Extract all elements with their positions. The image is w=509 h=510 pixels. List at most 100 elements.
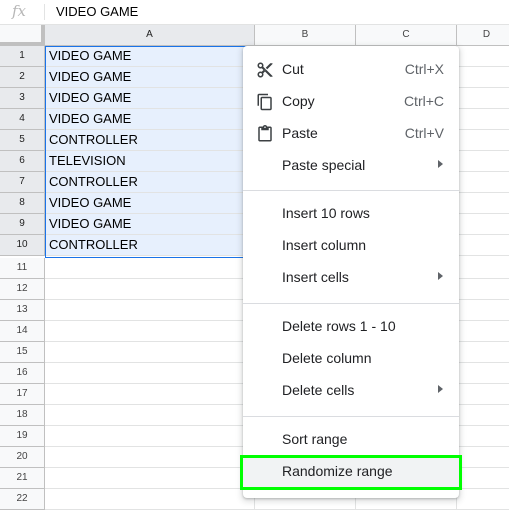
shortcut-label: Ctrl+X <box>404 61 444 77</box>
cell-a6[interactable]: TELEVISION <box>45 151 255 172</box>
empty-cell[interactable] <box>45 468 255 489</box>
row-header[interactable]: 3 <box>0 88 45 109</box>
empty-cell[interactable] <box>457 363 509 384</box>
menu-divider <box>243 416 459 417</box>
row-header[interactable]: 18 <box>0 405 45 426</box>
context-menu: Cut Ctrl+X Copy Ctrl+C Paste Ctrl+V Past… <box>243 46 459 498</box>
empty-cell[interactable] <box>45 258 255 279</box>
copy-icon <box>256 93 274 111</box>
empty-cell[interactable] <box>457 258 509 279</box>
menu-item-paste[interactable]: Paste Ctrl+V <box>243 118 459 150</box>
row-header[interactable]: 15 <box>0 342 45 363</box>
row-header[interactable]: 1 <box>0 46 45 67</box>
cell-a2[interactable]: VIDEO GAME <box>45 67 255 88</box>
row-header[interactable]: 13 <box>0 300 45 321</box>
empty-cell[interactable] <box>45 489 255 510</box>
menu-item-delete-column[interactable]: Delete column <box>243 343 459 375</box>
empty-cell[interactable] <box>457 172 509 193</box>
menu-item-label: Randomize range <box>282 463 393 479</box>
menu-divider <box>243 303 459 304</box>
row-header[interactable]: 10 <box>0 235 45 256</box>
empty-cell[interactable] <box>457 300 509 321</box>
row-header[interactable]: 14 <box>0 321 45 342</box>
row-header[interactable]: 8 <box>0 193 45 214</box>
empty-cell[interactable] <box>457 279 509 300</box>
empty-cell[interactable] <box>457 468 509 489</box>
select-all-corner[interactable] <box>0 25 45 46</box>
row-header[interactable]: 19 <box>0 426 45 447</box>
empty-cell[interactable] <box>457 67 509 88</box>
cell-a1[interactable]: VIDEO GAME <box>45 46 255 67</box>
menu-item-label: Copy <box>282 93 315 109</box>
row-header[interactable]: 7 <box>0 172 45 193</box>
empty-cell[interactable] <box>457 321 509 342</box>
empty-cell[interactable] <box>457 88 509 109</box>
row-header[interactable]: 11 <box>0 258 45 279</box>
empty-cell[interactable] <box>457 46 509 67</box>
row-header[interactable]: 17 <box>0 384 45 405</box>
empty-cell[interactable] <box>457 235 509 256</box>
row-header[interactable]: 5 <box>0 130 45 151</box>
menu-item-label: Delete rows 1 - 10 <box>282 318 396 334</box>
row-header[interactable]: 9 <box>0 214 45 235</box>
empty-cell[interactable] <box>457 342 509 363</box>
empty-cell[interactable] <box>457 426 509 447</box>
row-header[interactable]: 21 <box>0 468 45 489</box>
empty-cell[interactable] <box>457 489 509 510</box>
cell-a10[interactable]: CONTROLLER <box>45 235 255 256</box>
menu-item-insert-column[interactable]: Insert column <box>243 230 459 262</box>
row-header[interactable]: 2 <box>0 67 45 88</box>
empty-cell[interactable] <box>45 342 255 363</box>
empty-cell[interactable] <box>45 363 255 384</box>
cell-a4[interactable]: VIDEO GAME <box>45 109 255 130</box>
formula-input[interactable]: VIDEO GAME <box>56 4 138 19</box>
fx-icon: fx <box>12 2 27 20</box>
row-header[interactable]: 20 <box>0 447 45 468</box>
menu-item-cut[interactable]: Cut Ctrl+X <box>243 54 459 86</box>
menu-item-sort-range[interactable]: Sort range <box>243 424 459 456</box>
shortcut-label: Ctrl+C <box>403 93 444 109</box>
scissors-icon <box>256 61 274 79</box>
menu-item-delete-rows[interactable]: Delete rows 1 - 10 <box>243 311 459 343</box>
menu-item-delete-cells[interactable]: Delete cells <box>243 375 459 407</box>
menu-item-insert-rows[interactable]: Insert 10 rows <box>243 198 459 230</box>
empty-cell[interactable] <box>45 279 255 300</box>
menu-item-insert-cells[interactable]: Insert cells <box>243 262 459 294</box>
menu-item-label: Delete cells <box>282 382 355 398</box>
row-header[interactable]: 12 <box>0 279 45 300</box>
empty-cell[interactable] <box>457 214 509 235</box>
cell-a3[interactable]: VIDEO GAME <box>45 88 255 109</box>
menu-item-paste-special[interactable]: Paste special <box>243 150 459 182</box>
column-header-d[interactable]: D <box>457 25 509 46</box>
empty-cell[interactable] <box>45 321 255 342</box>
empty-cell[interactable] <box>457 384 509 405</box>
row-header[interactable]: 16 <box>0 363 45 384</box>
empty-cell[interactable] <box>45 405 255 426</box>
column-header-c[interactable]: C <box>356 25 457 46</box>
formula-bar: fx VIDEO GAME <box>0 0 509 25</box>
menu-item-label: Insert column <box>282 237 367 253</box>
empty-cell[interactable] <box>457 151 509 172</box>
empty-cell[interactable] <box>457 109 509 130</box>
empty-cell[interactable] <box>457 447 509 468</box>
empty-cell[interactable] <box>45 426 255 447</box>
menu-item-copy[interactable]: Copy Ctrl+C <box>243 86 459 118</box>
empty-cell[interactable] <box>45 384 255 405</box>
row-header[interactable]: 22 <box>0 489 45 510</box>
empty-cell[interactable] <box>45 447 255 468</box>
empty-cell[interactable] <box>45 300 255 321</box>
empty-cell[interactable] <box>457 405 509 426</box>
column-header-b[interactable]: B <box>255 25 356 46</box>
cell-a5[interactable]: CONTROLLER <box>45 130 255 151</box>
cell-a9[interactable]: VIDEO GAME <box>45 214 255 235</box>
row-header[interactable]: 4 <box>0 109 45 130</box>
clipboard-icon <box>256 125 274 143</box>
empty-cell[interactable] <box>457 193 509 214</box>
empty-cell[interactable] <box>457 130 509 151</box>
menu-item-randomize-range[interactable]: Randomize range <box>243 456 459 488</box>
column-header-a[interactable]: A <box>45 25 255 46</box>
cell-a8[interactable]: VIDEO GAME <box>45 193 255 214</box>
row-header[interactable]: 6 <box>0 151 45 172</box>
submenu-arrow-icon <box>438 160 443 168</box>
cell-a7[interactable]: CONTROLLER <box>45 172 255 193</box>
